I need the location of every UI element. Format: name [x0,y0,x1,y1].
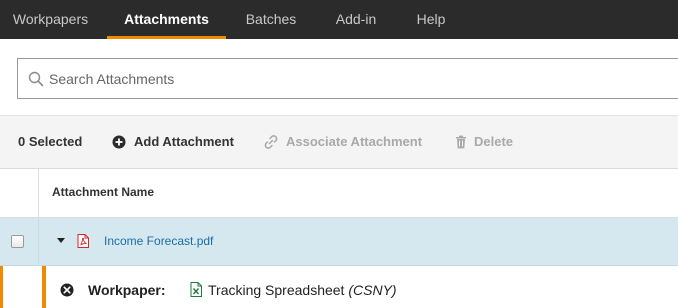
associate-attachment-label: Associate Attachment [286,134,423,149]
search-input[interactable] [49,59,649,98]
top-nav: Workpapers Attachments Batches Add-in He… [0,0,678,39]
row-checkbox[interactable] [11,235,24,248]
workpaper-label: Workpaper: [88,282,166,298]
toolbar: 0 Selected Add Attachment Associate Atta… [0,115,678,169]
table-row[interactable] [0,218,678,266]
selected-count-label: 0 Selected [18,134,83,149]
workpaper-code: (CSNY) [348,282,397,298]
tab-batches[interactable]: Batches [232,0,310,39]
tab-add-in[interactable]: Add-in [318,0,394,39]
expand-caret-icon[interactable] [57,238,65,243]
plus-circle-icon [112,135,126,149]
delete-label: Delete [474,134,514,149]
table-header: Attachment Name [0,169,678,218]
column-header-attachment-name[interactable]: Attachment Name [52,169,154,216]
search-box[interactable] [17,58,678,99]
search-icon [28,71,44,87]
pdf-file-icon [77,234,89,248]
spreadsheet-file-icon [190,282,202,297]
add-attachment-button[interactable]: Add Attachment [112,116,240,169]
attachment-file-link[interactable]: Income Forecast.pdf [104,234,213,248]
row-accent-bar [42,266,46,308]
link-icon [264,135,278,149]
column-divider [38,169,39,217]
workpaper-name[interactable]: Tracking Spreadsheet (CSNY) [208,282,397,298]
delete-button[interactable]: Delete [454,116,524,169]
row-accent-bar [0,266,3,308]
trash-icon [456,135,466,149]
close-circle-icon[interactable] [60,283,74,297]
associate-attachment-button[interactable]: Associate Attachment [264,116,429,169]
workpaper-title: Tracking Spreadsheet [208,282,345,298]
add-attachment-label: Add Attachment [134,134,234,149]
tab-attachments[interactable]: Attachments [107,0,226,39]
column-divider [38,218,39,265]
tab-workpapers[interactable]: Workpapers [0,0,101,39]
tab-help[interactable]: Help [402,0,460,39]
